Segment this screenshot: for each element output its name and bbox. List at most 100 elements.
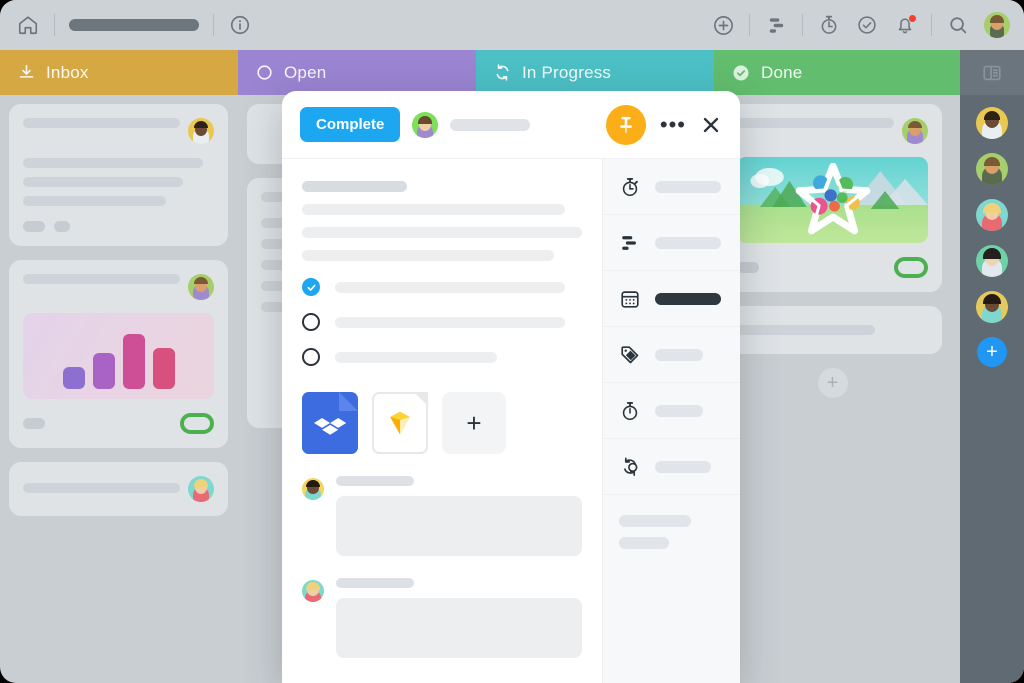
avatar-member-4[interactable] [976,245,1008,277]
card-text[interactable] [9,104,228,246]
assignee-avatar[interactable] [412,111,439,138]
info-icon[interactable] [228,13,252,37]
comment-body-placeholder[interactable] [336,496,582,556]
comment-author-placeholder [336,578,414,588]
card-chips [23,221,214,232]
status-badge [180,413,214,434]
repeat-property[interactable] [603,439,740,495]
pin-button[interactable] [605,104,646,145]
close-icon[interactable] [700,114,722,136]
property-value-placeholder [655,180,721,193]
checklist-label-placeholder [335,281,565,293]
card-title-placeholder [23,118,180,128]
card-line [23,177,184,187]
tab-open[interactable]: Open [238,50,476,95]
card-compact[interactable] [9,462,228,516]
estimate-property[interactable] [603,159,740,215]
dropbox-file-icon[interactable] [302,392,358,454]
card-line [23,196,167,206]
tab-label: In Progress [522,62,612,82]
checkbox-checked-icon[interactable] [302,278,320,296]
comment-body-placeholder[interactable] [336,598,582,658]
check-circle-icon [731,63,751,83]
avatar-member-3[interactable] [976,199,1008,231]
divider [802,14,803,36]
plus-icon: + [817,368,848,398]
card-title-placeholder [737,118,894,128]
tag-icon [619,344,641,366]
check-circle-icon[interactable] [855,13,879,37]
repeat-icon [619,456,641,478]
avatar-member-2[interactable] [976,153,1008,185]
avatar[interactable] [302,580,324,602]
stopwatch-icon[interactable] [817,13,841,37]
avatar-member-1[interactable] [976,107,1008,139]
chart-bar [62,366,85,389]
column-inbox [0,95,237,683]
tab-done[interactable]: Done [714,50,960,95]
property-value-placeholder [655,348,703,361]
comment-item [302,476,582,556]
avatar[interactable] [188,274,214,300]
description-title-placeholder [302,181,407,192]
task-detail-modal: Complete ••• + [282,91,740,683]
checkbox-icon[interactable] [302,313,320,331]
bell-icon[interactable] [893,13,917,37]
refresh-icon [493,63,512,82]
card-chip [54,221,70,232]
sketch-file-icon[interactable] [372,392,428,454]
window-title-placeholder[interactable] [69,19,199,31]
tab-label: Done [761,62,803,82]
add-attachment-button[interactable]: + [442,392,506,454]
filter-icon[interactable] [764,13,788,37]
card-footer [23,413,214,434]
card-compact[interactable] [723,306,942,354]
panel-toggle-icon[interactable] [960,50,1024,95]
complete-button[interactable]: Complete [300,107,401,142]
tab-label: Open [284,62,327,82]
modal-main-content: + [282,159,602,683]
tab-in-progress[interactable]: In Progress [476,50,714,95]
task-title-placeholder[interactable] [450,118,531,131]
filter-icon [619,232,641,254]
property-value-placeholder [655,404,703,417]
card-title-placeholder [23,483,180,493]
avatar[interactable] [302,478,324,500]
add-member-button[interactable]: + [977,337,1007,367]
modal-properties-sidebar [602,159,740,683]
plus-circle-icon[interactable] [711,13,735,37]
description-line [302,204,566,215]
tags-property[interactable] [603,327,740,383]
card-chart[interactable] [9,260,228,448]
add-card-button[interactable]: + [723,368,942,398]
modal-body: + [282,159,740,683]
more-options-button[interactable]: ••• [658,113,688,136]
priority-property[interactable] [603,215,740,271]
bar-chart [23,313,214,399]
checklist-item[interactable] [302,348,582,366]
tab-inbox[interactable]: Inbox [0,50,238,95]
avatar[interactable] [902,118,928,144]
divider [213,14,214,36]
comment-item [302,578,582,658]
card-image[interactable] [723,104,942,292]
description-line [302,227,582,238]
property-value-placeholder [655,460,711,473]
home-icon[interactable] [16,13,40,37]
comment-author-placeholder [336,476,414,486]
avatar[interactable] [188,476,214,502]
avatar[interactable] [984,12,1010,38]
footer-line-placeholder [619,515,691,527]
due-date-property[interactable] [603,271,740,327]
checklist-item[interactable] [302,313,582,331]
avatar[interactable] [188,118,214,144]
checkbox-icon[interactable] [302,348,320,366]
checklist-item[interactable] [302,278,582,296]
search-icon[interactable] [946,13,970,37]
property-value-placeholder [655,236,721,249]
avatar-member-5[interactable] [976,291,1008,323]
circle-icon [255,63,274,82]
time-spent-property[interactable] [603,383,740,439]
divider [931,14,932,36]
footer-line-placeholder [619,537,669,549]
